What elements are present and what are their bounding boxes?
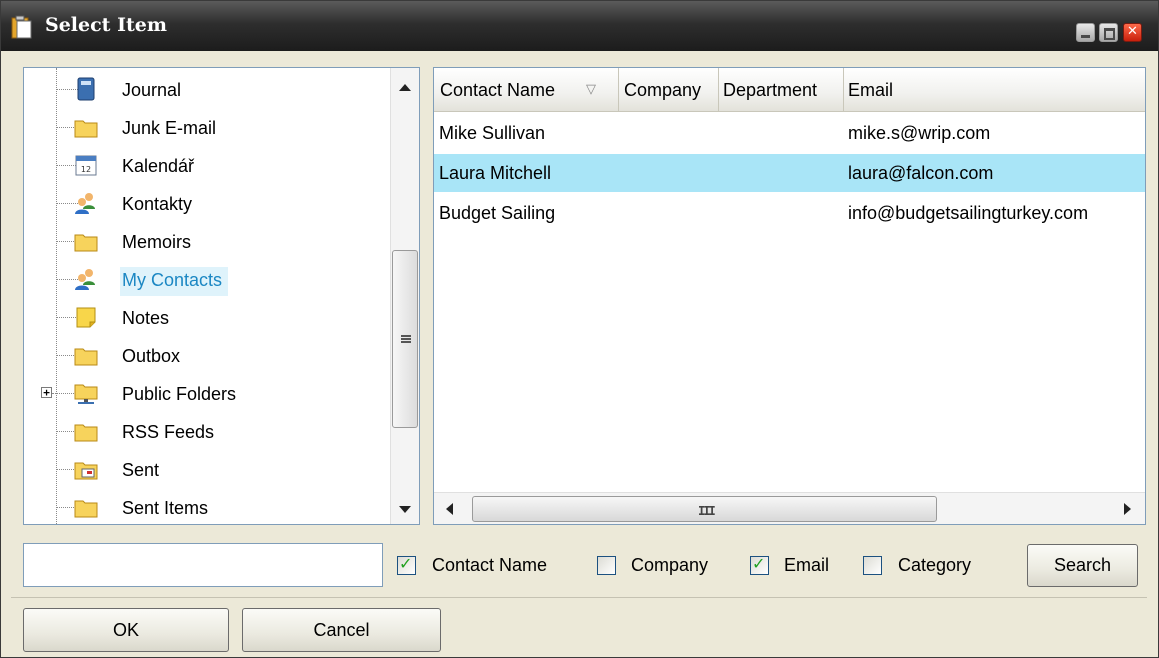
tree-item-outbox[interactable]: Outbox (24, 337, 404, 373)
email-checkbox-label[interactable]: Email (784, 555, 829, 576)
tree-item-label: Memoirs (122, 232, 192, 252)
tree-item-label: Sent Items (122, 498, 209, 518)
cancel-button[interactable]: Cancel (242, 608, 441, 652)
clipboard-icon (11, 15, 32, 39)
folder-icon (74, 234, 98, 252)
column-header-label: Email (848, 80, 894, 100)
search-input[interactable] (23, 543, 383, 587)
email-checkbox[interactable] (750, 554, 769, 575)
contact-name-checkbox-label[interactable]: Contact Name (432, 555, 547, 576)
folder-tree[interactable]: Journal Junk E-mail 12 Kalendář Kontakty… (23, 67, 420, 525)
grip-icon: III (698, 504, 716, 518)
column-header-label: Department (723, 80, 818, 100)
public-folder-icon (74, 384, 98, 404)
grid-horizontal-scrollbar[interactable]: III (434, 492, 1145, 524)
category-checkbox-label[interactable]: Category (898, 555, 971, 576)
tree-item-journal[interactable]: Journal (24, 71, 404, 107)
contact-name-checkbox[interactable] (397, 554, 416, 575)
tree-item-label: Journal (122, 80, 182, 100)
minimize-button[interactable] (1076, 23, 1095, 42)
window-title: Select Item (45, 14, 167, 36)
contact-name-cell: Laura Mitchell (439, 163, 552, 183)
tree-item-label: Sent (122, 460, 160, 480)
column-header-contact-name[interactable]: Contact Name ▽ (434, 68, 619, 111)
tree-item-label: Outbox (122, 346, 181, 366)
journal-icon (77, 77, 95, 101)
contacts-icon (75, 269, 95, 290)
tree-item-label: Kalendář (122, 156, 195, 176)
tree-item-kontakty[interactable]: Kontakty (24, 185, 404, 221)
tree-item-public-folders[interactable]: + Public Folders (24, 375, 404, 411)
contacts-icon (75, 193, 95, 214)
tree-item-memoirs[interactable]: Memoirs (24, 223, 404, 259)
scroll-right-arrow-icon[interactable] (1124, 503, 1131, 515)
column-header-department[interactable]: Department (719, 68, 844, 111)
tree-item-label: Junk E-mail (122, 118, 217, 138)
select-item-dialog: Select Item Journal Junk E-mail 12 Kalen… (0, 0, 1159, 658)
email-cell: laura@falcon.com (848, 163, 994, 183)
email-cell: mike.s@wrip.com (848, 123, 991, 143)
sent-icon (74, 462, 98, 480)
svg-text:12: 12 (81, 165, 91, 174)
grid-header: Contact Name ▽ Company Department Email (434, 68, 1145, 112)
folder-icon (74, 424, 98, 442)
tree-item-sent-items[interactable]: Sent Items (24, 489, 404, 524)
tree-item-label: Public Folders (122, 384, 237, 404)
tree-vertical-scrollbar[interactable] (390, 68, 419, 524)
table-row[interactable]: Budget Sailing info@budgetsailingturkey.… (434, 194, 1145, 232)
contact-name-cell: Budget Sailing (439, 203, 556, 223)
scrollbar-thumb[interactable] (392, 250, 418, 428)
column-header-company[interactable]: Company (619, 68, 719, 111)
scroll-down-arrow-icon[interactable] (399, 506, 411, 513)
column-header-label: Contact Name (440, 80, 556, 100)
tree-item-junk-email[interactable]: Junk E-mail (24, 109, 404, 145)
close-button[interactable] (1123, 23, 1142, 42)
scroll-left-arrow-icon[interactable] (446, 503, 453, 515)
tree-item-notes[interactable]: Notes (24, 299, 404, 335)
company-checkbox[interactable] (597, 556, 616, 575)
tree-item-label: My Contacts (120, 267, 229, 296)
tree-connector (52, 393, 74, 394)
company-checkbox-label[interactable]: Company (631, 555, 708, 576)
folder-icon (74, 500, 98, 518)
category-checkbox[interactable] (863, 556, 882, 575)
tree-item-rss-feeds[interactable]: RSS Feeds (24, 413, 404, 449)
title-bar[interactable]: Select Item (1, 1, 1158, 51)
tree-item-kalendar[interactable]: 12 Kalendář (24, 147, 404, 183)
tree-item-label: Kontakty (122, 194, 193, 214)
column-header-label: Company (624, 80, 702, 100)
folder-icon (74, 348, 98, 366)
grip-icon (401, 335, 411, 343)
tree-item-sent[interactable]: Sent (24, 451, 404, 487)
tree-item-my-contacts[interactable]: My Contacts (24, 261, 404, 297)
ok-button[interactable]: OK (23, 608, 229, 652)
folder-icon (74, 120, 98, 138)
table-row[interactable]: Mike Sullivan mike.s@wrip.com (434, 114, 1145, 152)
contacts-grid[interactable]: Contact Name ▽ Company Department Email … (433, 67, 1146, 525)
search-button[interactable]: Search (1027, 544, 1138, 587)
calendar-icon: 12 (75, 155, 97, 176)
divider (11, 597, 1147, 598)
email-cell: info@budgetsailingturkey.com (848, 203, 1089, 223)
sort-indicator-icon: ▽ (586, 82, 596, 97)
column-header-email[interactable]: Email (844, 68, 1145, 111)
notes-icon (76, 307, 96, 328)
scrollbar-thumb[interactable]: III (472, 496, 937, 522)
expand-icon[interactable]: + (41, 387, 52, 398)
tree-item-label: RSS Feeds (122, 422, 215, 442)
scroll-up-arrow-icon[interactable] (399, 84, 411, 91)
maximize-button[interactable] (1099, 23, 1118, 42)
table-row[interactable]: Laura Mitchell laura@falcon.com (434, 154, 1145, 192)
tree-item-label: Notes (122, 308, 170, 328)
contact-name-cell: Mike Sullivan (439, 123, 546, 143)
